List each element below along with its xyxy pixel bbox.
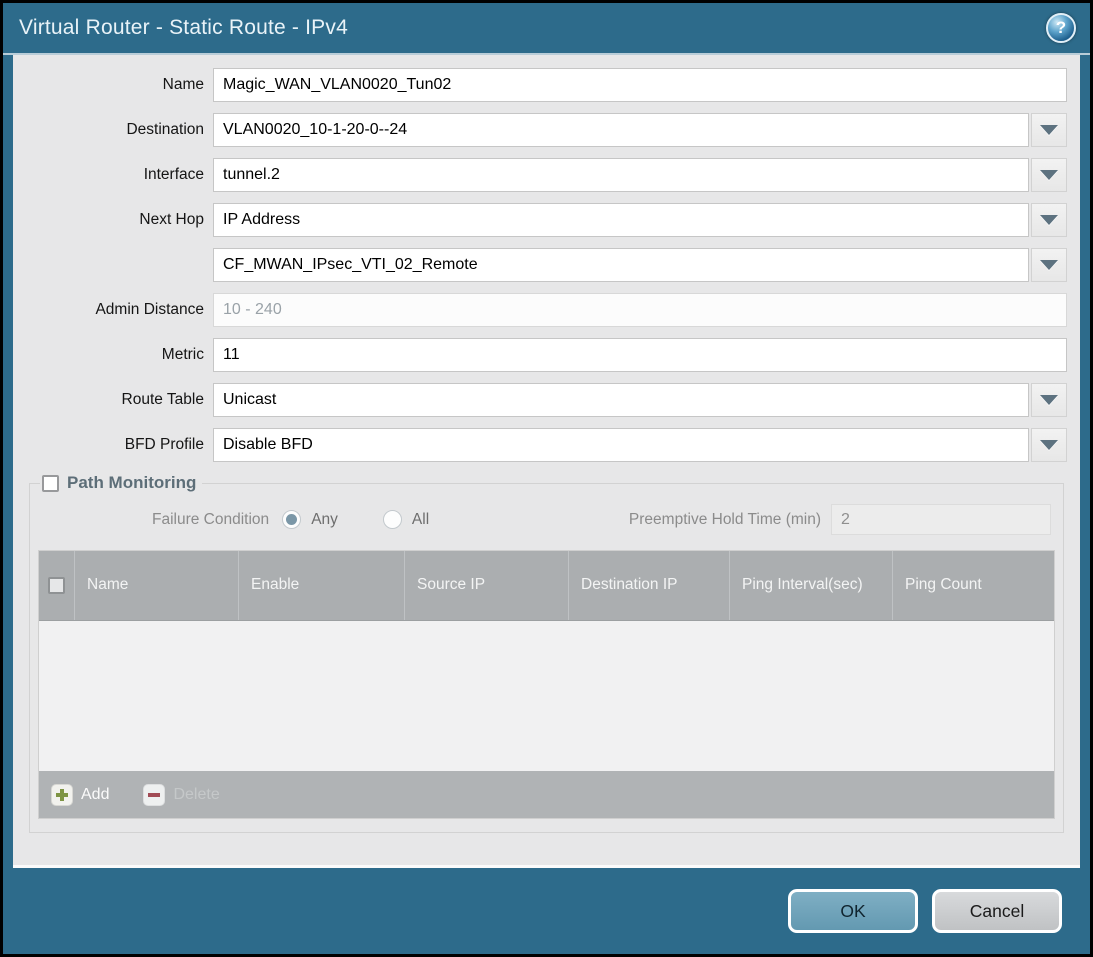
- next-hop-address-dropdown-button[interactable]: [1031, 248, 1067, 282]
- next-hop-row: Next Hop: [13, 203, 1067, 237]
- path-monitoring-section: Path Monitoring Failure Condition Any Al…: [29, 473, 1064, 833]
- interface-input[interactable]: [213, 158, 1029, 192]
- table-header-destination-ip[interactable]: Destination IP: [569, 551, 730, 620]
- radio-any-label: Any: [311, 511, 338, 529]
- path-monitoring-table: Name Enable Source IP Destination IP Pin…: [38, 550, 1055, 819]
- interface-dropdown-button[interactable]: [1031, 158, 1067, 192]
- radio-any[interactable]: [282, 510, 301, 529]
- metric-input[interactable]: [213, 338, 1067, 372]
- name-label: Name: [13, 76, 213, 94]
- table-header-source-ip[interactable]: Source IP: [405, 551, 569, 620]
- minus-icon: [143, 784, 165, 806]
- preemptive-hold-time-label: Preemptive Hold Time (min): [629, 511, 821, 529]
- route-table-row: Route Table: [13, 383, 1067, 417]
- destination-label: Destination: [13, 121, 213, 139]
- table-header-ping-count[interactable]: Ping Count: [893, 551, 1054, 620]
- dialog-footer: OK Cancel: [3, 868, 1090, 954]
- next-hop-type-input[interactable]: [213, 203, 1029, 237]
- path-monitoring-label: Path Monitoring: [67, 473, 196, 493]
- admin-distance-row: Admin Distance: [13, 293, 1067, 327]
- chevron-down-icon: [1040, 260, 1058, 270]
- destination-dropdown-button[interactable]: [1031, 113, 1067, 147]
- select-all-checkbox[interactable]: [48, 577, 65, 594]
- radio-all[interactable]: [383, 510, 402, 529]
- failure-condition-any-option: Any: [282, 510, 338, 529]
- preemptive-hold-time-input[interactable]: [831, 504, 1051, 535]
- table-toolbar: Add Delete: [39, 771, 1054, 818]
- table-header-ping-interval[interactable]: Ping Interval(sec): [730, 551, 893, 620]
- dialog-content: Name Destination Interface: [13, 55, 1080, 868]
- interface-label: Interface: [13, 166, 213, 184]
- next-hop-address-row: [13, 248, 1067, 282]
- cancel-button[interactable]: Cancel: [932, 889, 1062, 933]
- route-table-dropdown-button[interactable]: [1031, 383, 1067, 417]
- static-route-dialog: Virtual Router - Static Route - IPv4 ? N…: [3, 3, 1090, 954]
- failure-condition-label: Failure Condition: [152, 511, 269, 529]
- table-header-checkbox-cell: [39, 551, 75, 620]
- next-hop-label: Next Hop: [13, 211, 213, 229]
- table-header-name[interactable]: Name: [75, 551, 239, 620]
- admin-distance-input[interactable]: [213, 293, 1067, 327]
- chevron-down-icon: [1040, 170, 1058, 180]
- add-button[interactable]: Add: [51, 784, 109, 806]
- name-row: Name: [13, 68, 1067, 102]
- admin-distance-label: Admin Distance: [13, 301, 213, 319]
- chevron-down-icon: [1040, 440, 1058, 450]
- delete-button-label: Delete: [173, 786, 219, 804]
- metric-label: Metric: [13, 346, 213, 364]
- chevron-down-icon: [1040, 395, 1058, 405]
- table-header-row: Name Enable Source IP Destination IP Pin…: [39, 551, 1054, 621]
- dialog-title: Virtual Router - Static Route - IPv4: [19, 16, 348, 40]
- next-hop-address-input[interactable]: [213, 248, 1029, 282]
- path-monitoring-legend: Path Monitoring: [40, 473, 202, 493]
- add-button-label: Add: [81, 786, 109, 804]
- table-header-enable[interactable]: Enable: [239, 551, 405, 620]
- chevron-down-icon: [1040, 215, 1058, 225]
- preemptive-hold-time-group: Preemptive Hold Time (min): [629, 504, 1051, 535]
- radio-all-label: All: [412, 511, 429, 529]
- interface-row: Interface: [13, 158, 1067, 192]
- bfd-profile-dropdown-button[interactable]: [1031, 428, 1067, 462]
- chevron-down-icon: [1040, 125, 1058, 135]
- route-table-input[interactable]: [213, 383, 1029, 417]
- bfd-profile-label: BFD Profile: [13, 436, 213, 454]
- delete-button[interactable]: Delete: [143, 784, 219, 806]
- destination-row: Destination: [13, 113, 1067, 147]
- route-table-label: Route Table: [13, 391, 213, 409]
- question-mark-glyph: ?: [1056, 18, 1066, 38]
- metric-row: Metric: [13, 338, 1067, 372]
- help-icon[interactable]: ?: [1046, 13, 1076, 43]
- path-monitoring-checkbox[interactable]: [42, 475, 59, 492]
- bfd-profile-row: BFD Profile: [13, 428, 1067, 462]
- table-body-empty: [39, 621, 1054, 771]
- failure-condition-row: Failure Condition Any All Preemptive Hol…: [38, 504, 1051, 535]
- next-hop-dropdown-button[interactable]: [1031, 203, 1067, 237]
- destination-input[interactable]: [213, 113, 1029, 147]
- bfd-profile-input[interactable]: [213, 428, 1029, 462]
- plus-icon: [51, 784, 73, 806]
- name-input[interactable]: [213, 68, 1067, 102]
- ok-button[interactable]: OK: [788, 889, 918, 933]
- title-bar: Virtual Router - Static Route - IPv4 ?: [3, 3, 1090, 55]
- failure-condition-all-option: All: [383, 510, 429, 529]
